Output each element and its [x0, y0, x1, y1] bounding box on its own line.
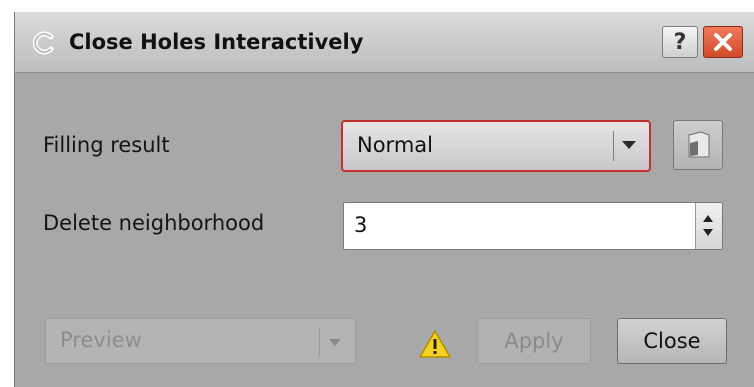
app-logo-icon — [32, 31, 54, 55]
chevron-down-icon — [622, 141, 636, 149]
delete-neighborhood-label: Delete neighborhood — [43, 211, 265, 235]
window-title: Close Holes Interactively — [69, 30, 364, 54]
delete-neighborhood-spinbox[interactable]: 3 — [343, 202, 723, 250]
spinbox-stepper[interactable] — [695, 203, 722, 249]
apply-button[interactable]: Apply — [477, 318, 591, 364]
hole-fill-icon — [688, 131, 710, 158]
warning-icon — [419, 330, 451, 358]
preview-label: Preview — [60, 328, 142, 352]
title-bar[interactable]: Close Holes Interactively ? — [15, 12, 754, 73]
preview-select[interactable]: Preview — [45, 318, 356, 364]
decrement-arrow-icon[interactable] — [703, 229, 713, 236]
window-close-button[interactable] — [703, 26, 743, 58]
increment-arrow-icon[interactable] — [703, 215, 713, 222]
chevron-down-icon — [329, 339, 341, 346]
delete-neighborhood-value: 3 — [354, 213, 368, 237]
filling-result-value: Normal — [357, 133, 433, 157]
filling-result-select[interactable]: Normal — [341, 120, 651, 172]
close-button[interactable]: Close — [617, 318, 727, 364]
combo-separator — [319, 328, 320, 356]
help-button[interactable]: ? — [662, 26, 698, 58]
filling-result-label: Filling result — [43, 133, 170, 157]
close-x-icon — [714, 33, 732, 51]
close-holes-dialog: Close Holes Interactively ? Filling resu… — [14, 12, 754, 387]
combo-separator — [613, 131, 614, 161]
fill-options-button[interactable] — [673, 120, 723, 170]
